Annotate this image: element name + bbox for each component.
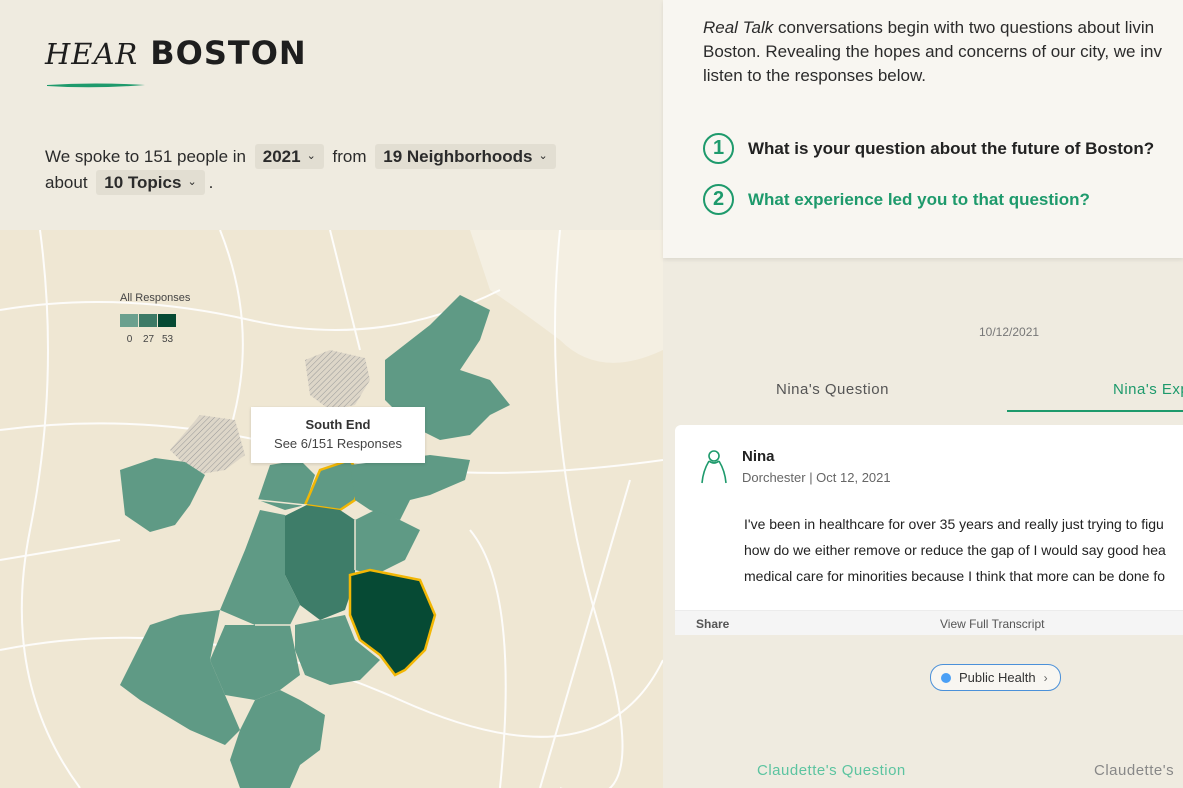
question-1-number: 1 [703,133,734,164]
speaker-name: Nina [742,448,775,465]
chevron-down-icon: ⌄ [538,150,548,162]
map-region-dorchester-north[interactable] [355,510,420,575]
legend-value-mid: 27 [142,334,155,345]
map-region-hyde-park[interactable] [230,690,325,788]
question-1: 1 What is your question about the future… [703,133,1154,164]
map-region-roslindale[interactable] [210,625,300,700]
right-intro-line2: Boston. Revealing the hopes and concerns… [703,42,1162,61]
map-region-south-boston[interactable] [350,455,470,520]
speaker-meta: Dorchester | Oct 12, 2021 [742,470,891,485]
topics-dropdown[interactable]: 10 Topics ⌄ [96,170,205,195]
right-intro-line3: listen to the responses below. [703,66,927,85]
intro-prefix: We spoke to 151 people in [45,147,246,166]
intro-about: about [45,173,88,192]
tab-question[interactable]: Nina's Question [776,381,889,398]
legend-value-high: 53 [161,334,174,345]
response-line-2: how do we either remove or reduce the ga… [744,542,1166,558]
questions-panel: Real Talk conversations begin with two q… [663,0,1183,258]
topics-value: 10 Topics [104,173,182,192]
legend-swatch-low [120,314,138,327]
card-footer: Share View Full Transcript [675,610,1183,635]
view-transcript-link[interactable]: View Full Transcript [940,617,1044,631]
response-card: Nina Dorchester | Oct 12, 2021 I've been… [675,425,1183,635]
map-canvas [0,230,663,788]
topic-tag-label: Public Health [959,670,1036,685]
avatar-icon [701,450,727,484]
response-line-1: I've been in healthcare for over 35 year… [744,516,1164,532]
map-tooltip[interactable]: South End See 6/151 Responses [251,407,425,463]
tooltip-title: South End [305,417,371,432]
legend-swatch-high [158,314,176,327]
question-2-number: 2 [703,184,734,215]
logo-boston: BOSTON [150,34,307,72]
map-region-allston[interactable] [120,458,205,532]
topic-dot-icon [941,672,951,683]
intro-end: . [208,173,214,192]
legend-title: All Responses [120,292,191,304]
legend-swatch-mid [139,314,157,327]
logo-hear: HEAR [45,37,139,71]
logo-underline [47,83,145,88]
topic-tag-public-health[interactable]: Public Health › [930,664,1061,691]
year-value: 2021 [262,147,301,166]
tab-next-experience[interactable]: Claudette's [1094,762,1174,779]
question-2: 2 What experience led you to that questi… [703,184,1090,215]
intro-filter-sentence: We spoke to 151 people in 2021 ⌄ from 19 … [45,144,625,196]
active-tab-indicator [1007,410,1183,412]
neighborhoods-value: 19 Neighborhoods [383,147,533,166]
response-line-3: medical care for minorities because I th… [744,568,1165,584]
chevron-right-icon: › [1043,670,1048,685]
legend-values: 0 27 53 [120,334,190,345]
right-panel: Real Talk conversations begin with two q… [663,0,1183,788]
left-panel: HEAR BOSTON We spoke to 151 people in 20… [0,0,663,788]
question-2-text: What experience led you to that question… [748,189,1090,209]
year-dropdown[interactable]: 2021 ⌄ [254,144,324,169]
hear-boston-logo[interactable]: HEAR BOSTON [45,34,307,72]
tab-experience[interactable]: Nina's Exp [1113,381,1183,398]
neighborhood-map[interactable]: All Responses 0 27 53 South End See 6/15… [0,230,663,788]
legend-value-low: 0 [126,334,133,345]
chevron-down-icon: ⌄ [187,176,197,188]
map-region-hatched-1[interactable] [305,350,370,410]
tooltip-text: See 6/151 Responses [274,436,402,451]
response-text: I've been in healthcare for over 35 year… [744,511,1183,589]
neighborhoods-dropdown[interactable]: 19 Neighborhoods ⌄ [375,144,556,169]
right-intro: Real Talk conversations begin with two q… [703,16,1183,88]
intro-from: from [332,147,367,166]
question-1-text: What is your question about the future o… [748,138,1155,158]
tab-next-question[interactable]: Claudette's Question [757,762,906,779]
conversation-date: 10/12/2021 [979,325,1040,339]
chevron-down-icon: ⌄ [306,150,316,162]
right-intro-line1: conversations begin with two questions a… [773,18,1155,37]
legend-swatches [120,314,190,327]
map-legend: All Responses 0 27 53 [120,292,190,345]
real-talk-label: Real Talk [703,18,774,37]
share-button[interactable]: Share [696,617,729,631]
